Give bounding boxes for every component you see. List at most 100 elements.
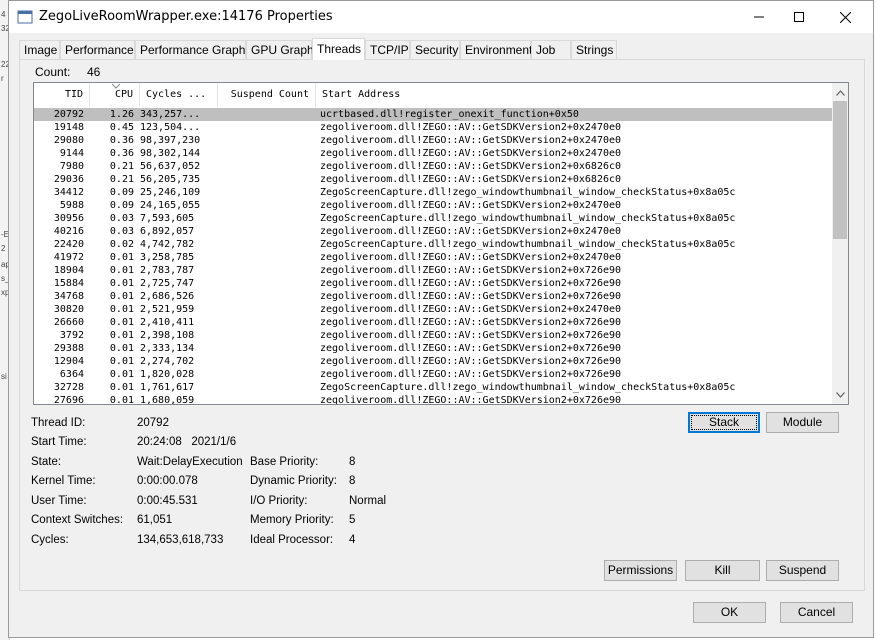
cell-cycles: 2,398,108 (140, 330, 195, 341)
tab-security[interactable]: Security (410, 40, 460, 59)
tab-tcp-ip[interactable]: TCP/IP (365, 40, 410, 59)
cell-cycles: 4,742,782 (140, 239, 195, 250)
cell-start-address: zegoliveroom.dll!ZEGO::AV::GetSDKVersion… (320, 252, 622, 263)
cell-cycles: 2,521,959 (140, 304, 195, 315)
table-row[interactable]: 40216 0.03 6,892,057 zegoliveroom.dll!ZE… (34, 225, 834, 238)
cell-start-address: zegoliveroom.dll!ZEGO::AV::GetSDKVersion… (320, 395, 622, 405)
minimize-icon (754, 16, 764, 18)
ideal-processor-label: Ideal Processor: (250, 534, 334, 546)
table-row[interactable]: 26660 0.01 2,410,411 zegoliveroom.dll!ZE… (34, 316, 834, 329)
cell-tid: 34768 (53, 291, 84, 302)
cell-cpu: 0.09 (109, 200, 134, 211)
cell-cpu: 0.01 (109, 291, 134, 302)
cell-cycles: 343,257... (140, 109, 201, 120)
table-row[interactable]: 27696 0.01 1,680,059 zegoliveroom.dll!ZE… (34, 394, 834, 405)
table-row[interactable]: 19148 0.45 123,504... zegoliveroom.dll!Z… (34, 121, 834, 134)
table-row[interactable]: 29080 0.36 98,397,230 zegoliveroom.dll!Z… (34, 134, 834, 147)
count-value: 46 (87, 65, 101, 79)
cell-cycles: 98,302,144 (140, 148, 201, 159)
table-row[interactable]: 32728 0.01 1,761,617 ZegoScreenCapture.d… (34, 381, 834, 394)
dynamic-priority-label: Dynamic Priority: (250, 475, 337, 487)
cell-cpu: 0.01 (109, 369, 134, 380)
cycles-label: Cycles: (31, 534, 69, 546)
cell-start-address: zegoliveroom.dll!ZEGO::AV::GetSDKVersion… (320, 148, 622, 159)
table-row[interactable]: 30956 0.03 7,593,605 ZegoScreenCapture.d… (34, 212, 834, 225)
cell-cpu: 0.01 (109, 395, 134, 405)
table-row[interactable]: 5988 0.09 24,165,055 zegoliveroom.dll!ZE… (34, 199, 834, 212)
cell-start-address: ZegoScreenCapture.dll!zego_windowthumbna… (320, 213, 736, 224)
kill-button[interactable]: Kill (685, 560, 760, 581)
tab-performance[interactable]: Performance (60, 40, 135, 59)
tab-strings[interactable]: Strings (571, 40, 617, 59)
io-priority-value: Normal (349, 495, 387, 507)
tab-image[interactable]: Image (19, 40, 60, 59)
column-header-cpu-label: CPU (114, 89, 133, 100)
table-row[interactable]: 29388 0.01 2,333,134 zegoliveroom.dll!ZE… (34, 342, 834, 355)
table-row[interactable]: 12904 0.01 2,274,702 zegoliveroom.dll!ZE… (34, 355, 834, 368)
close-button[interactable] (822, 1, 868, 33)
scroll-down-button[interactable] (832, 387, 848, 403)
table-row[interactable]: 3792 0.01 2,398,108 zegoliveroom.dll!ZEG… (34, 329, 834, 342)
scroll-up-button[interactable] (832, 85, 848, 101)
column-header-suspend-count[interactable]: Suspend Count (218, 83, 316, 107)
table-row[interactable]: 9144 0.36 98,302,144 zegoliveroom.dll!ZE… (34, 147, 834, 160)
context-switches-label: Context Switches: (31, 514, 124, 526)
table-row[interactable]: 7980 0.21 56,637,052 zegoliveroom.dll!ZE… (34, 160, 834, 173)
title-bar[interactable]: ZegoLiveRoomWrapper.exe:14176 Properties (9, 1, 873, 33)
cell-cpu: 0.21 (109, 174, 134, 185)
tab-environment[interactable]: Environment (460, 40, 532, 59)
table-row[interactable]: 30820 0.01 2,521,959 zegoliveroom.dll!ZE… (34, 303, 834, 316)
cell-cycles: 7,593,605 (140, 213, 195, 224)
state-value: Wait:DelayExecution (137, 456, 243, 468)
table-row[interactable]: 34768 0.01 2,686,526 zegoliveroom.dll!ZE… (34, 290, 834, 303)
module-button[interactable]: Module (766, 412, 839, 433)
cell-start-address: zegoliveroom.dll!ZEGO::AV::GetSDKVersion… (320, 135, 622, 146)
tab-threads[interactable]: Threads (312, 38, 365, 60)
ok-button[interactable]: OK (693, 602, 766, 623)
column-header-cycles[interactable]: Cycles ... (140, 83, 218, 107)
cell-tid: 27696 (53, 395, 84, 405)
table-row[interactable]: 29036 0.21 56,205,735 zegoliveroom.dll!Z… (34, 173, 834, 186)
tab-gpu-graph[interactable]: GPU Graph (246, 40, 314, 59)
cell-tid: 12904 (53, 356, 84, 367)
table-row[interactable]: 20792 1.26 343,257... ucrtbased.dll!regi… (34, 108, 834, 121)
suspend-button[interactable]: Suspend (766, 560, 839, 581)
cell-cpu: 0.01 (109, 382, 134, 393)
cell-cpu: 0.03 (109, 226, 134, 237)
tab-job[interactable]: Job (531, 40, 571, 59)
ideal-processor-value: 4 (349, 534, 356, 546)
context-switches-value: 61,051 (137, 514, 173, 526)
maximize-button[interactable] (776, 1, 822, 33)
column-header-cpu[interactable]: CPU (90, 83, 140, 107)
cell-start-address: zegoliveroom.dll!ZEGO::AV::GetSDKVersion… (320, 291, 622, 302)
cycles-value: 134,653,618,733 (137, 534, 224, 546)
cell-cpu: 0.36 (109, 148, 134, 159)
cell-tid: 40216 (53, 226, 84, 237)
table-row[interactable]: 18904 0.01 2,783,787 zegoliveroom.dll!ZE… (34, 264, 834, 277)
table-row[interactable]: 34412 0.09 25,246,109 ZegoScreenCapture.… (34, 186, 834, 199)
tab-performance-graph[interactable]: Performance Graph (135, 40, 246, 59)
cancel-button[interactable]: Cancel (780, 602, 853, 623)
threads-list[interactable]: TID CPU Cycles ... Suspend Count Start A… (33, 82, 849, 405)
table-row[interactable]: 22420 0.02 4,742,782 ZegoScreenCapture.d… (34, 238, 834, 251)
table-row[interactable]: 41972 0.01 3,258,785 zegoliveroom.dll!ZE… (34, 251, 834, 264)
table-row[interactable]: 6364 0.01 1,820,028 zegoliveroom.dll!ZEG… (34, 368, 834, 381)
column-header-start-address[interactable]: Start Address (316, 83, 834, 107)
cell-start-address: ZegoScreenCapture.dll!zego_windowthumbna… (320, 187, 736, 198)
dynamic-priority-value: 8 (349, 475, 356, 487)
cell-cpu: 0.03 (109, 213, 134, 224)
column-header-tid[interactable]: TID (34, 83, 90, 107)
cell-tid: 6364 (59, 369, 84, 380)
stack-button[interactable]: Stack (688, 412, 760, 433)
scrollbar-thumb[interactable] (833, 101, 847, 239)
vertical-scrollbar[interactable] (832, 83, 848, 404)
cell-cpu: 0.36 (109, 135, 134, 146)
cell-tid: 20792 (53, 109, 84, 120)
cell-tid: 5988 (59, 200, 84, 211)
cell-cpu: 0.01 (109, 330, 134, 341)
cell-start-address: zegoliveroom.dll!ZEGO::AV::GetSDKVersion… (320, 265, 622, 276)
table-row[interactable]: 15884 0.01 2,725,747 zegoliveroom.dll!ZE… (34, 277, 834, 290)
permissions-button[interactable]: Permissions (604, 560, 677, 581)
cell-tid: 3792 (59, 330, 84, 341)
base-priority-label: Base Priority: (250, 456, 319, 468)
